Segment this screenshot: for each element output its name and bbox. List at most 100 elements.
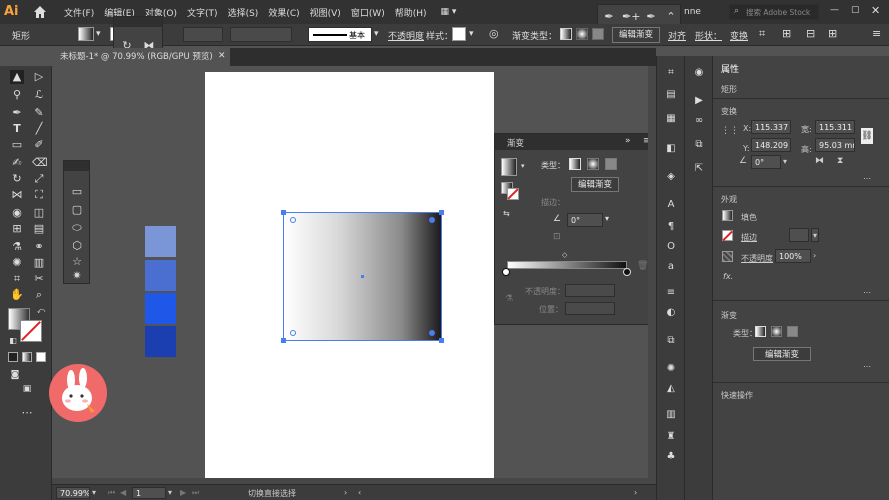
gradient-stroke-box[interactable] [507, 188, 519, 200]
corner-widget-tl[interactable] [290, 217, 296, 223]
selection-tool-icon[interactable]: ▲ [10, 70, 24, 84]
flip-vertical-icon[interactable]: ⧗ [837, 156, 843, 166]
hand-tool-icon[interactable]: ✋ [10, 288, 24, 302]
artboard-dropdown-icon[interactable]: ▾ [168, 488, 172, 497]
curvature-tool-icon[interactable]: ✎ [32, 106, 46, 120]
search-stock-input[interactable]: ⌕ 搜索 Adobe Stock [729, 4, 819, 20]
stroke-weight-field[interactable] [183, 27, 223, 42]
default-fill-stroke-icon[interactable]: ◧ [6, 334, 20, 348]
menu-window[interactable]: 窗口(W) [351, 6, 385, 19]
pen-tool-icon[interactable]: ✒ [10, 106, 24, 120]
character-panel-icon[interactable]: A [664, 198, 678, 212]
more-tools-icon[interactable]: ⋯ [20, 406, 34, 420]
edit-gradient-button[interactable]: 编辑渐变 [612, 27, 660, 43]
arrange-icon[interactable]: ⊟ [806, 27, 815, 40]
flip-horizontal-icon[interactable]: ⧓ [815, 156, 824, 166]
color-swatch-3[interactable] [145, 293, 176, 324]
shaper-tool-icon[interactable]: ✍ [10, 156, 24, 170]
pen-tool-icon[interactable]: ✒ [602, 10, 616, 24]
align-panel-icon[interactable]: ≡ [664, 286, 678, 300]
slice-tool-icon[interactable]: ✂ [32, 272, 46, 286]
rectangle-tool-icon[interactable]: ▭ [10, 138, 24, 152]
freeform-type-button[interactable] [605, 158, 617, 170]
linear-gradient-button[interactable] [755, 326, 766, 337]
menu-type[interactable]: 文字(T) [187, 6, 218, 19]
minimize-icon[interactable]: — [830, 5, 839, 15]
zoom-level-field[interactable]: 70.99% [56, 487, 90, 499]
rotation-dropdown-icon[interactable]: ▾ [783, 157, 787, 166]
paragraph-panel-icon[interactable]: ¶ [664, 220, 678, 234]
angle-field[interactable]: 0° [567, 213, 603, 227]
rotation-field[interactable]: 0° [751, 155, 781, 169]
menu-view[interactable]: 视图(V) [310, 6, 341, 19]
gradient-mode-button[interactable] [22, 352, 32, 362]
width-field[interactable]: 115.311 [815, 120, 855, 134]
properties-tab[interactable]: 属性 [721, 62, 739, 75]
style-dropdown-icon[interactable]: ▾ [469, 29, 474, 39]
freeform-gradient-button[interactable] [787, 326, 798, 337]
reverse-gradient-icon[interactable]: ⇆ [503, 209, 510, 218]
corner-widget-br[interactable] [429, 330, 435, 336]
more-transform-icon[interactable]: ⋯ [863, 174, 871, 183]
recolor-icon[interactable]: ◎ [489, 27, 499, 40]
layers-panel-icon[interactable]: ◈ [664, 170, 678, 184]
gradient-preview-dropdown-icon[interactable]: ▾ [521, 162, 525, 170]
menu-help[interactable]: 帮助(H) [395, 6, 427, 19]
mesh-tool-icon[interactable]: ⊞ [10, 222, 24, 236]
rounded-rectangle-shape-icon[interactable]: ▢ [70, 203, 84, 217]
eyedropper-tool-icon[interactable]: ⚗ [10, 240, 24, 254]
column-graph-tool-icon[interactable]: ▥ [32, 256, 46, 270]
corner-widget-bl[interactable] [290, 330, 296, 336]
more-appearance-icon[interactable]: ⋯ [863, 288, 871, 297]
panel-menu-icon[interactable]: ≡ [872, 27, 881, 40]
screen-mode-icon[interactable]: ▣ [20, 382, 34, 396]
free-transform-tool-icon[interactable]: ⛶ [32, 188, 46, 202]
corner-widget-tr[interactable] [429, 217, 435, 223]
gradient-stop-start[interactable] [502, 268, 510, 276]
none-mode-button[interactable] [36, 352, 46, 362]
edit-gradient-button[interactable]: 编辑渐变 [571, 177, 619, 192]
linear-gradient-button[interactable] [560, 28, 572, 40]
gradient-preview-fill[interactable] [501, 158, 517, 176]
isolate-icon[interactable]: ⌗ [759, 27, 765, 41]
delete-anchor-icon[interactable]: ✒ [644, 10, 658, 24]
graphic-styles-panel-icon[interactable]: ◭ [664, 382, 678, 396]
star-shape-icon[interactable]: ☆ [70, 255, 84, 269]
reference-point-icon[interactable]: ⋮⋮ [721, 126, 739, 136]
symbols-panel-icon[interactable]: ♣ [664, 450, 678, 464]
x-field[interactable]: 115.337 [751, 120, 791, 134]
last-artboard-icon[interactable]: ⏭ [192, 488, 199, 498]
color-swatch-2[interactable] [145, 260, 176, 291]
next-artboard-icon[interactable]: ▶ [180, 488, 186, 497]
zoom-dropdown-icon[interactable]: ▾ [92, 488, 96, 497]
distribute-icon[interactable]: ⊞ [828, 27, 837, 40]
scroll-left-icon[interactable]: ‹ [358, 488, 361, 497]
fill-swatch[interactable] [78, 27, 94, 41]
opentype-panel-icon[interactable]: O [664, 240, 678, 254]
bounding-handle-bl[interactable] [281, 338, 286, 343]
first-artboard-icon[interactable]: ⏮ [108, 488, 115, 498]
opacity-field[interactable]: 100% [775, 249, 811, 263]
variable-width-field[interactable] [230, 27, 292, 42]
brushes-panel-icon[interactable]: ♜ [664, 430, 678, 444]
add-anchor-icon[interactable]: ✒+ [622, 10, 640, 24]
home-icon[interactable] [32, 5, 48, 19]
scale-tool-icon[interactable]: ⤢ [32, 172, 46, 186]
opacity-label[interactable]: 不透明度 [388, 29, 424, 42]
glyphs-panel-icon[interactable]: a [664, 260, 678, 274]
scroll-right-icon[interactable]: › [634, 488, 637, 497]
navigator-panel-icon[interactable]: ⧉ [692, 138, 706, 152]
bounding-handle-tr[interactable] [439, 210, 444, 215]
stroke-label[interactable]: 描边 [741, 232, 757, 243]
gradient-stop-end[interactable] [623, 268, 631, 276]
stroke-dropdown-icon[interactable]: ▾ [813, 231, 817, 240]
constrain-proportions-icon[interactable]: ⛓ [861, 128, 873, 144]
lasso-tool-icon[interactable]: ℒ [32, 88, 46, 102]
artboard-tool-icon[interactable]: ⌗ [10, 272, 24, 286]
direct-selection-tool-icon[interactable]: ▷ [32, 70, 46, 84]
fill-dropdown-icon[interactable]: ▾ [96, 29, 101, 39]
y-field[interactable]: 148.209 [751, 138, 791, 152]
radial-gradient-button[interactable] [771, 326, 782, 337]
stroke-weight-field[interactable] [789, 228, 809, 242]
workspace-switcher-icon[interactable]: ▦ ▾ [441, 7, 457, 17]
